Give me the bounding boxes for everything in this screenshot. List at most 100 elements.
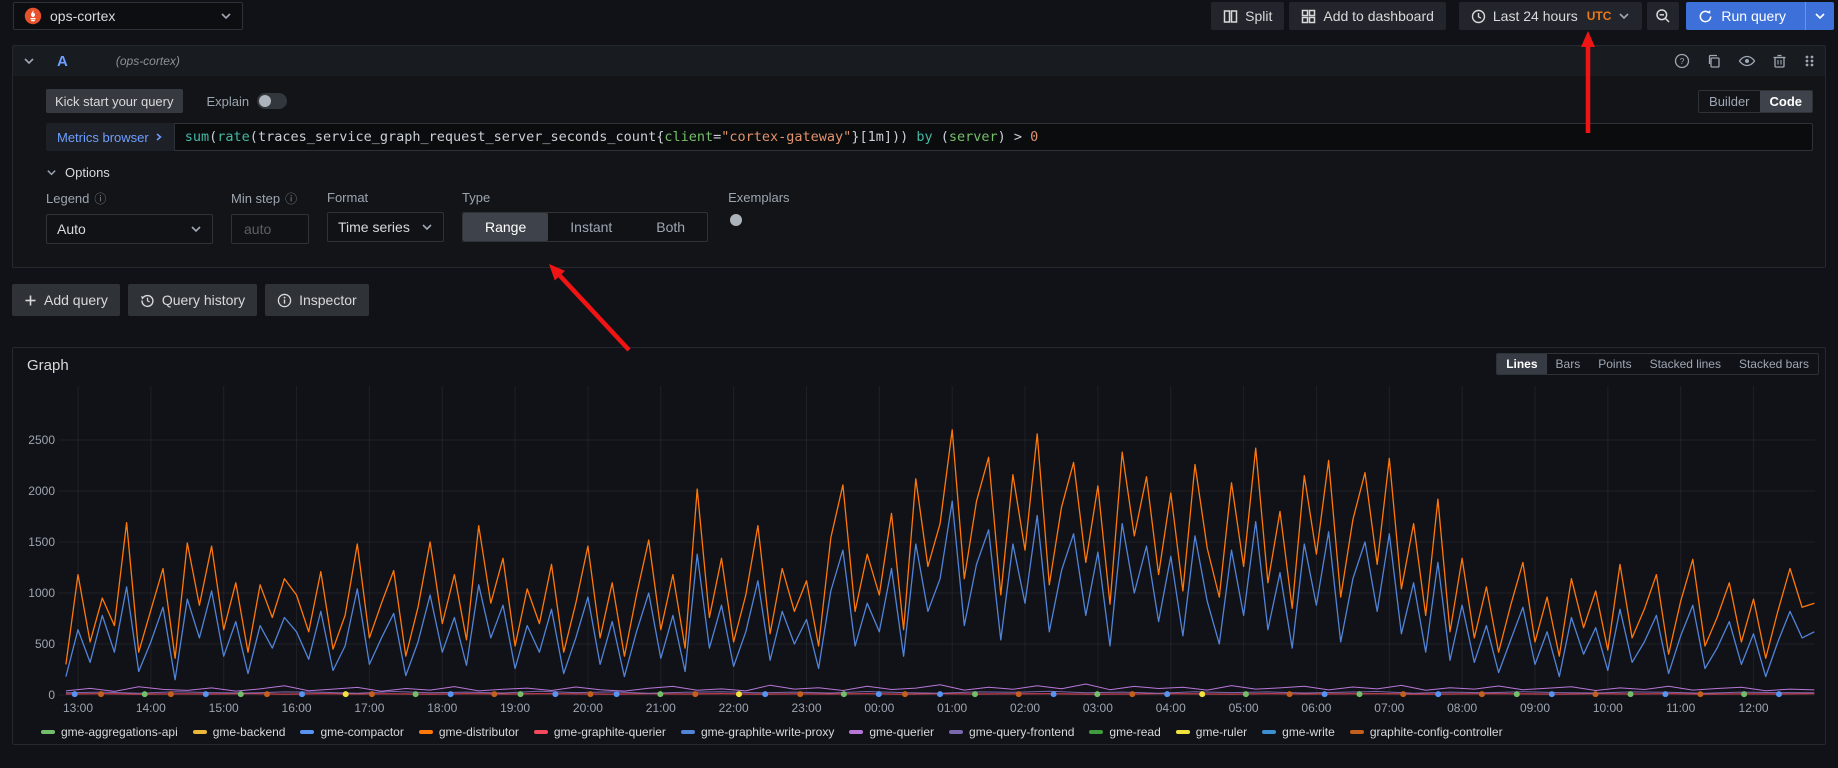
format-field-label: Format xyxy=(327,190,368,205)
inspector-button[interactable]: Inspector xyxy=(265,284,369,316)
graph-panel: Graph LinesBarsPointsStacked linesStacke… xyxy=(12,347,1826,745)
legend-select[interactable]: Auto xyxy=(46,214,213,244)
min-step-field-label: Min step xyxy=(231,191,280,206)
x-axis-tick-label: 11:00 xyxy=(1666,701,1695,715)
baseline-point-marker xyxy=(413,691,419,697)
baseline-point-marker xyxy=(1243,691,1249,697)
split-label: Split xyxy=(1245,8,1272,24)
legend-series-name: gme-graphite-write-proxy xyxy=(701,725,834,739)
min-step-input[interactable] xyxy=(242,220,298,238)
baseline-point-marker xyxy=(1357,691,1363,697)
annotation-arrow-line xyxy=(560,276,629,350)
type-option-both[interactable]: Both xyxy=(634,213,707,241)
explain-toggle[interactable] xyxy=(257,93,287,109)
query-token: ( xyxy=(250,129,258,145)
legend-item[interactable]: graphite-config-controller xyxy=(1350,725,1503,739)
collapse-chevron-icon[interactable] xyxy=(23,55,35,67)
legend-item[interactable]: gme-compactor xyxy=(300,725,403,739)
add-query-button[interactable]: Add query xyxy=(12,284,120,316)
chevron-right-icon xyxy=(154,132,163,142)
datasource-name: ops-cortex xyxy=(50,8,115,24)
x-axis-tick-label: 13:00 xyxy=(63,701,93,715)
format-select[interactable]: Time series xyxy=(327,212,444,242)
query-token: ) > xyxy=(998,129,1031,145)
metrics-browser-button[interactable]: Metrics browser xyxy=(46,123,174,151)
baseline-point-marker xyxy=(299,691,305,697)
baseline-point-marker xyxy=(1593,691,1599,697)
query-token: sum xyxy=(185,129,209,145)
legend-series-name: gme-backend xyxy=(213,725,286,739)
legend-field-group: Legendⓘ Auto xyxy=(46,190,213,244)
baseline-point-marker xyxy=(1628,691,1634,697)
legend-select-value: Auto xyxy=(57,221,86,237)
promql-query-input[interactable]: sum(rate(traces_service_graph_request_se… xyxy=(174,123,1813,151)
zoom-out-button[interactable] xyxy=(1647,2,1679,30)
run-query-dropdown[interactable] xyxy=(1805,2,1834,30)
baseline-point-marker xyxy=(937,691,943,697)
add-to-dashboard-label: Add to dashboard xyxy=(1323,8,1434,24)
timeseries-plot[interactable]: 0500100015002000250013:0014:0015:0016:00… xyxy=(13,348,1825,744)
options-collapse-header[interactable]: Options xyxy=(46,165,136,180)
builder-tab[interactable]: Builder xyxy=(1699,91,1759,112)
drag-handle-icon[interactable] xyxy=(1803,53,1815,69)
baseline-point-marker xyxy=(369,691,375,697)
history-icon xyxy=(140,293,155,308)
datasource-picker[interactable]: ops-cortex xyxy=(13,2,243,30)
series-line-gme-querier xyxy=(66,684,1814,691)
baseline-point-marker xyxy=(518,691,524,697)
info-circle-icon xyxy=(277,293,292,308)
legend-item[interactable]: gme-graphite-querier xyxy=(534,725,666,739)
baseline-point-marker xyxy=(552,691,558,697)
query-token: { xyxy=(656,129,664,145)
legend-series-name: gme-query-frontend xyxy=(969,725,1074,739)
baseline-point-marker xyxy=(203,691,209,697)
split-button[interactable]: Split xyxy=(1211,2,1284,30)
run-query-button[interactable]: Run query xyxy=(1686,2,1834,30)
type-option-instant[interactable]: Instant xyxy=(548,213,634,241)
baseline-point-marker xyxy=(72,691,78,697)
legend-item[interactable]: gme-backend xyxy=(193,725,286,739)
baseline-point-marker xyxy=(736,691,742,697)
x-axis-tick-label: 14:00 xyxy=(136,701,166,715)
baseline-point-marker xyxy=(1741,691,1747,697)
help-icon[interactable]: ? xyxy=(1674,53,1690,69)
legend-item[interactable]: gme-querier xyxy=(849,725,934,739)
query-token: "cortex-gateway" xyxy=(721,129,851,145)
baseline-point-marker xyxy=(1435,691,1441,697)
baseline-point-marker xyxy=(1094,691,1100,697)
hide-response-eye-icon[interactable] xyxy=(1738,53,1756,69)
legend-item[interactable]: gme-graphite-write-proxy xyxy=(681,725,834,739)
query-token: ( xyxy=(933,129,949,145)
x-axis-tick-label: 20:00 xyxy=(573,701,603,715)
type-option-range[interactable]: Range xyxy=(463,213,548,241)
query-row-header[interactable]: A (ops-cortex) ? xyxy=(13,46,1825,76)
add-to-dashboard-button[interactable]: Add to dashboard xyxy=(1289,2,1446,30)
x-axis-tick-label: 16:00 xyxy=(282,701,312,715)
exemplars-field-label: Exemplars xyxy=(728,190,789,205)
legend-item[interactable]: gme-query-frontend xyxy=(949,725,1074,739)
x-axis-tick-label: 22:00 xyxy=(719,701,749,715)
type-field-label: Type xyxy=(462,190,490,205)
baseline-point-marker xyxy=(1514,691,1520,697)
y-axis-tick-label: 0 xyxy=(48,688,55,702)
duplicate-icon[interactable] xyxy=(1706,53,1722,69)
legend-item[interactable]: gme-write xyxy=(1262,725,1335,739)
kick-start-query-button[interactable]: Kick start your query xyxy=(46,89,183,113)
baseline-point-marker xyxy=(1322,691,1328,697)
legend-item[interactable]: gme-read xyxy=(1089,725,1160,739)
query-editor-panel: A (ops-cortex) ? xyxy=(12,45,1826,268)
query-history-label: Query history xyxy=(162,292,245,308)
y-axis-tick-label: 500 xyxy=(35,637,55,651)
legend-item[interactable]: gme-distributor xyxy=(419,725,519,739)
legend-item[interactable]: gme-ruler xyxy=(1176,725,1247,739)
baseline-point-marker xyxy=(587,691,593,697)
baseline-point-marker xyxy=(1662,691,1668,697)
code-tab[interactable]: Code xyxy=(1760,91,1813,112)
remove-query-trash-icon[interactable] xyxy=(1772,53,1787,69)
sync-icon xyxy=(1698,9,1713,24)
query-token: client xyxy=(664,129,713,145)
baseline-point-marker xyxy=(1129,691,1135,697)
legend-item[interactable]: gme-aggregations-api xyxy=(41,725,178,739)
query-history-button[interactable]: Query history xyxy=(128,284,257,316)
time-picker-button[interactable]: Last 24 hours UTC xyxy=(1459,2,1643,30)
